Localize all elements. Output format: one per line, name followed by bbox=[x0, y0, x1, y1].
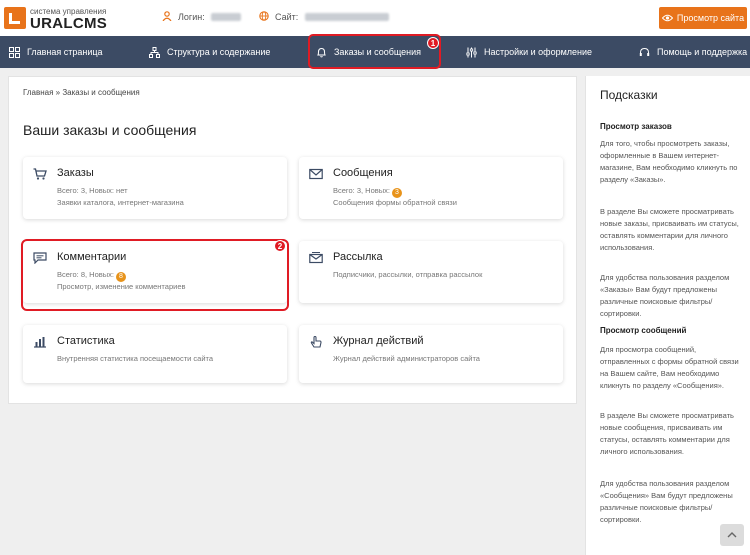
card-orders-title: Заказы bbox=[57, 167, 94, 179]
card-action-log-title: Журнал действий bbox=[333, 335, 424, 347]
site-label: Сайт: bbox=[275, 12, 299, 22]
hint-paragraph: Для того, чтобы просмотреть заказы, офор… bbox=[600, 139, 738, 184]
newsletter-icon bbox=[309, 252, 323, 264]
user-icon bbox=[162, 11, 172, 21]
sliders-icon bbox=[466, 47, 477, 57]
eye-icon bbox=[661, 14, 673, 22]
sitemap-icon bbox=[149, 46, 160, 58]
card-messages-stats: Всего: 3, Новых: bbox=[333, 186, 390, 195]
hint-paragraph: В разделе Вы сможете просматривать новые… bbox=[600, 207, 739, 252]
card-orders-desc: Заявки каталога, интернет-магазина bbox=[57, 198, 184, 207]
nav-item-help[interactable]: Помощь и поддержка bbox=[639, 36, 747, 68]
new-count-badge: 3 bbox=[391, 188, 402, 198]
card-action-log-desc: Журнал действий администраторов сайта bbox=[333, 354, 480, 363]
login-value-redacted bbox=[211, 13, 242, 21]
card-statistics-title: Статистика bbox=[57, 335, 115, 347]
site-value-redacted[interactable] bbox=[304, 13, 389, 21]
card-statistics-desc: Внутренняя статистика посещаемости сайта bbox=[57, 354, 214, 363]
scroll-to-top-button[interactable] bbox=[720, 524, 744, 546]
logo[interactable]: система управления URALCMS bbox=[4, 4, 114, 32]
envelope-icon bbox=[309, 168, 323, 180]
card-messages-desc: Сообщения формы обратной связи bbox=[333, 198, 457, 207]
nav-item-settings[interactable]: Настройки и оформление bbox=[466, 36, 592, 68]
card-action-log[interactable]: Журнал действий Журнал действий админист… bbox=[299, 325, 563, 383]
site-info: Сайт: bbox=[259, 11, 389, 22]
hint-heading-messages: Просмотр сообщений bbox=[600, 326, 687, 335]
top-bar: система управления URALCMS Логин: Сайт: … bbox=[0, 0, 750, 36]
card-highlight-frame bbox=[21, 239, 289, 311]
hints-title: Подсказки bbox=[600, 88, 658, 102]
card-messages[interactable]: Сообщения Всего: 3, Новых: 3 Сообщения фо… bbox=[299, 157, 563, 219]
preview-site-label: Просмотр сайта bbox=[676, 13, 745, 23]
pointer-icon bbox=[310, 336, 322, 348]
nav-item-structure-label: Структура и содержание bbox=[167, 47, 271, 57]
hint-paragraph: В разделе Вы сможете просматривать новые… bbox=[600, 411, 734, 456]
hint-paragraph: Для удобства пользования разделом «Заказ… bbox=[600, 273, 730, 318]
card-newsletter-title: Рассылка bbox=[333, 251, 383, 263]
card-orders[interactable]: Заказы Всего: 3, Новых: нет Заявки катал… bbox=[23, 157, 287, 219]
globe-icon bbox=[259, 11, 269, 21]
nav-item-home-label: Главная страница bbox=[27, 47, 103, 57]
main-panel: Главная » Заказы и сообщения Ваши заказы… bbox=[8, 76, 577, 404]
hint-heading-orders: Просмотр заказов bbox=[600, 122, 672, 131]
card-statistics[interactable]: Статистика Внутренняя статистика посещае… bbox=[23, 325, 287, 383]
step-badge-1: 1 bbox=[427, 37, 439, 49]
chart-icon bbox=[34, 337, 46, 348]
logo-title: URALCMS bbox=[30, 15, 108, 32]
chevron-up-icon bbox=[727, 532, 737, 538]
hint-paragraph: Для удобства пользования разделом «Сообщ… bbox=[600, 479, 733, 524]
nav-item-help-label: Помощь и поддержка bbox=[657, 47, 748, 57]
nav-item-settings-label: Настройки и оформление bbox=[484, 47, 593, 57]
card-messages-stats-row: Всего: 3, Новых: 3 bbox=[333, 186, 402, 198]
hint-paragraph: Для просмотра сообщений, отправленных с … bbox=[600, 345, 739, 390]
headset-icon bbox=[639, 47, 650, 56]
logo-mark-icon bbox=[4, 7, 26, 29]
card-newsletter-desc: Подписчики, рассылки, отправка рассылок bbox=[333, 270, 483, 279]
card-orders-stats: Всего: 3, Новых: нет bbox=[57, 186, 128, 195]
hints-sidebar: Подсказки Просмотр заказов Для того, что… bbox=[585, 76, 750, 555]
preview-site-button[interactable]: Просмотр сайта bbox=[659, 7, 747, 29]
card-messages-title: Сообщения bbox=[333, 167, 393, 179]
grid-icon bbox=[9, 46, 20, 58]
login-label: Логин: bbox=[178, 12, 205, 22]
page-title: Ваши заказы и сообщения bbox=[23, 122, 197, 138]
nav-item-home[interactable]: Главная страница bbox=[9, 36, 103, 68]
step-badge-2: 2 bbox=[274, 240, 286, 252]
breadcrumb[interactable]: Главная » Заказы и сообщения bbox=[23, 88, 140, 97]
card-newsletter[interactable]: Рассылка Подписчики, рассылки, отправка … bbox=[299, 241, 563, 303]
nav-highlight-frame bbox=[308, 34, 441, 69]
cart-icon bbox=[33, 168, 47, 180]
nav-item-structure[interactable]: Структура и содержание bbox=[149, 36, 270, 68]
login-info: Логин: bbox=[162, 11, 242, 22]
